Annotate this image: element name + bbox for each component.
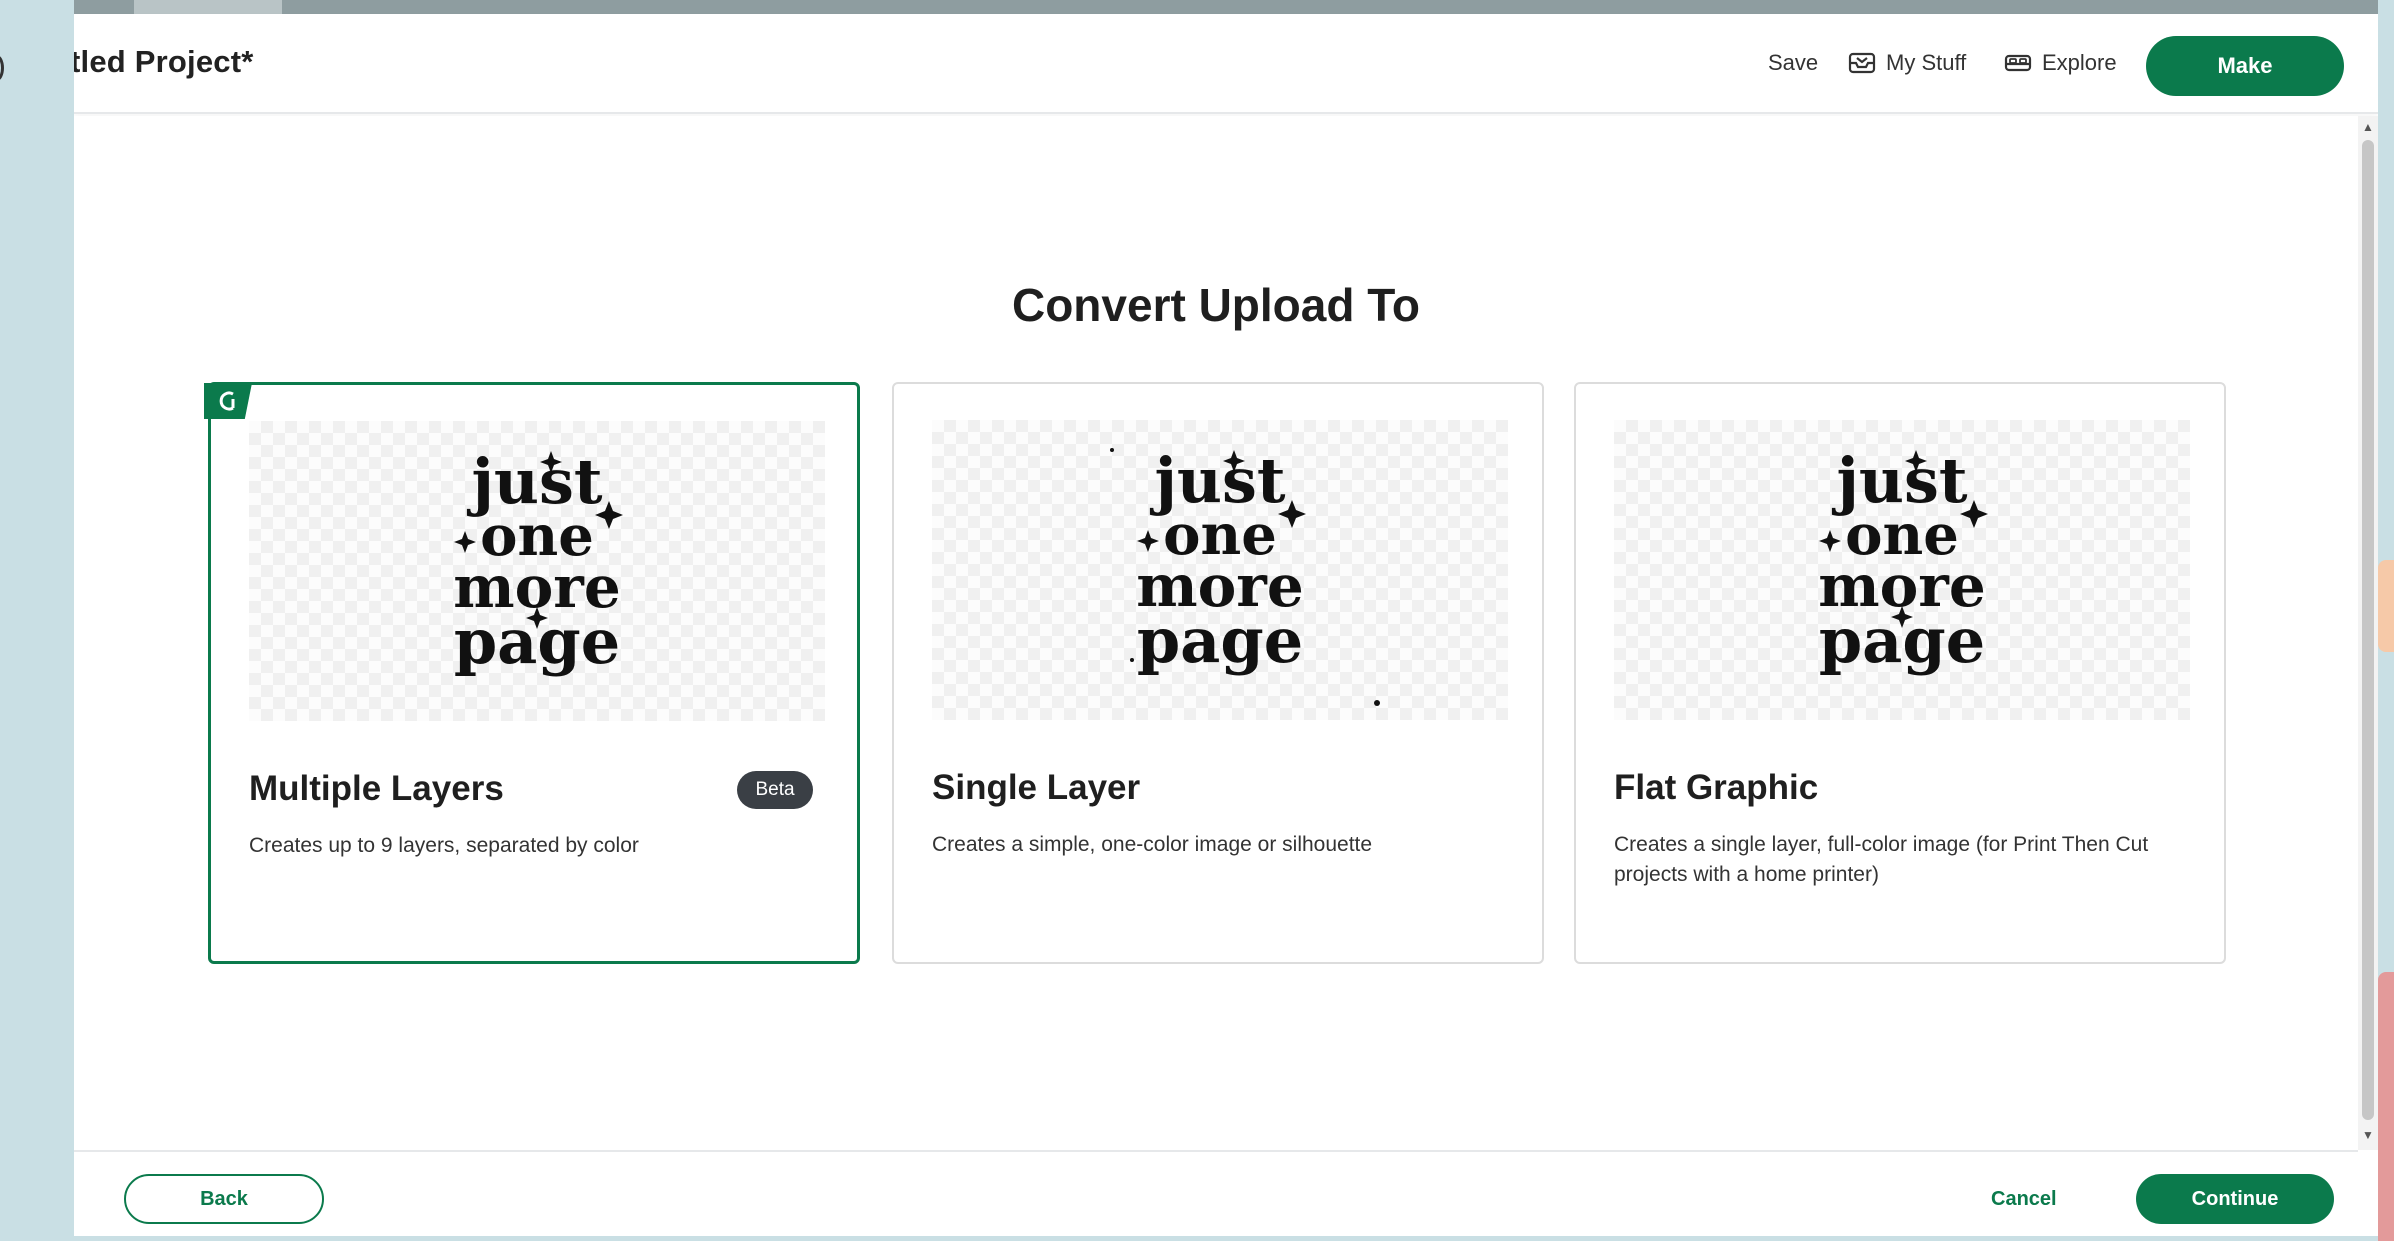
- design-preview-art: just one more page: [453, 445, 623, 678]
- browser-tab[interactable]: [134, 0, 282, 14]
- inbox-icon: [1848, 52, 1876, 74]
- preview-image: just one more page: [1614, 420, 2190, 720]
- option-title: Flat Graphic: [1614, 768, 1819, 807]
- cancel-button[interactable]: Cancel: [1991, 1188, 2057, 1211]
- app-header: tled Project* Save My Stuff Explore Make: [74, 14, 2378, 114]
- save-label: Save: [1768, 50, 1819, 75]
- option-description: Creates a single layer, full-color image…: [1614, 833, 2149, 886]
- option-card-multiple-layers[interactable]: just one more page Multiple Layers Beta …: [204, 382, 860, 964]
- option-title: Single Layer: [932, 768, 1141, 807]
- dialog-footer: Back Cancel Continue: [74, 1150, 2358, 1236]
- option-card-single-layer[interactable]: just one more page Single Layer Creates …: [892, 382, 1544, 964]
- option-description: Creates up to 9 layers, separated by col…: [249, 834, 639, 857]
- desktop-background-left: [0, 0, 74, 1241]
- sparkle-icon: [454, 531, 476, 553]
- design-preview-art: just one more page: [1110, 444, 1380, 706]
- speck-dot: [1130, 658, 1134, 662]
- scrollbar-thumb[interactable]: [2362, 140, 2374, 1120]
- option-title: Multiple Layers: [249, 769, 504, 808]
- cricut-logo-icon: [219, 391, 235, 411]
- explore-label: Explore: [2042, 50, 2117, 75]
- speck-dot: [1110, 448, 1114, 452]
- app-window: tled Project* Save My Stuff Explore Make…: [74, 0, 2378, 1236]
- desktop-decoration-peach: [2378, 560, 2394, 652]
- sparkle-icon: [1819, 530, 1841, 552]
- my-stuff-link[interactable]: My Stuff: [1848, 50, 1966, 76]
- preview-image: just one more page: [932, 420, 1508, 720]
- scroll-up-arrow-icon[interactable]: ▲: [2358, 120, 2378, 138]
- beta-badge: Beta: [737, 771, 813, 809]
- speck-dot: [1374, 700, 1380, 706]
- bed-icon: [2004, 54, 2032, 72]
- scroll-down-arrow-icon[interactable]: ▼: [2358, 1128, 2378, 1146]
- design-preview-art: just one more page: [1818, 444, 1988, 677]
- save-link[interactable]: Save: [1768, 50, 1818, 76]
- browser-tab-strip: [74, 0, 2378, 14]
- option-description: Creates a simple, one-color image or sil…: [932, 833, 1373, 856]
- selected-indicator-icon: [204, 383, 252, 419]
- preview-image: just one more page: [249, 421, 825, 721]
- continue-button[interactable]: Continue: [2136, 1174, 2334, 1224]
- my-stuff-label: My Stuff: [1886, 50, 1967, 75]
- make-button[interactable]: Make: [2146, 36, 2344, 96]
- option-card-flat-graphic[interactable]: just one more page Flat Graphic Creates …: [1574, 382, 2226, 964]
- dialog-title: Convert Upload To: [1011, 279, 1421, 331]
- sparkle-icon: [1137, 530, 1159, 552]
- desktop-decoration-pink: [2378, 972, 2394, 1241]
- art-word-page: page: [1137, 604, 1303, 677]
- project-title[interactable]: tled Project*: [74, 44, 253, 80]
- back-button[interactable]: Back: [124, 1174, 324, 1224]
- explore-link[interactable]: Explore: [2004, 50, 2117, 76]
- convert-dialog: Convert Upload To just one more page Mul…: [74, 116, 2358, 1150]
